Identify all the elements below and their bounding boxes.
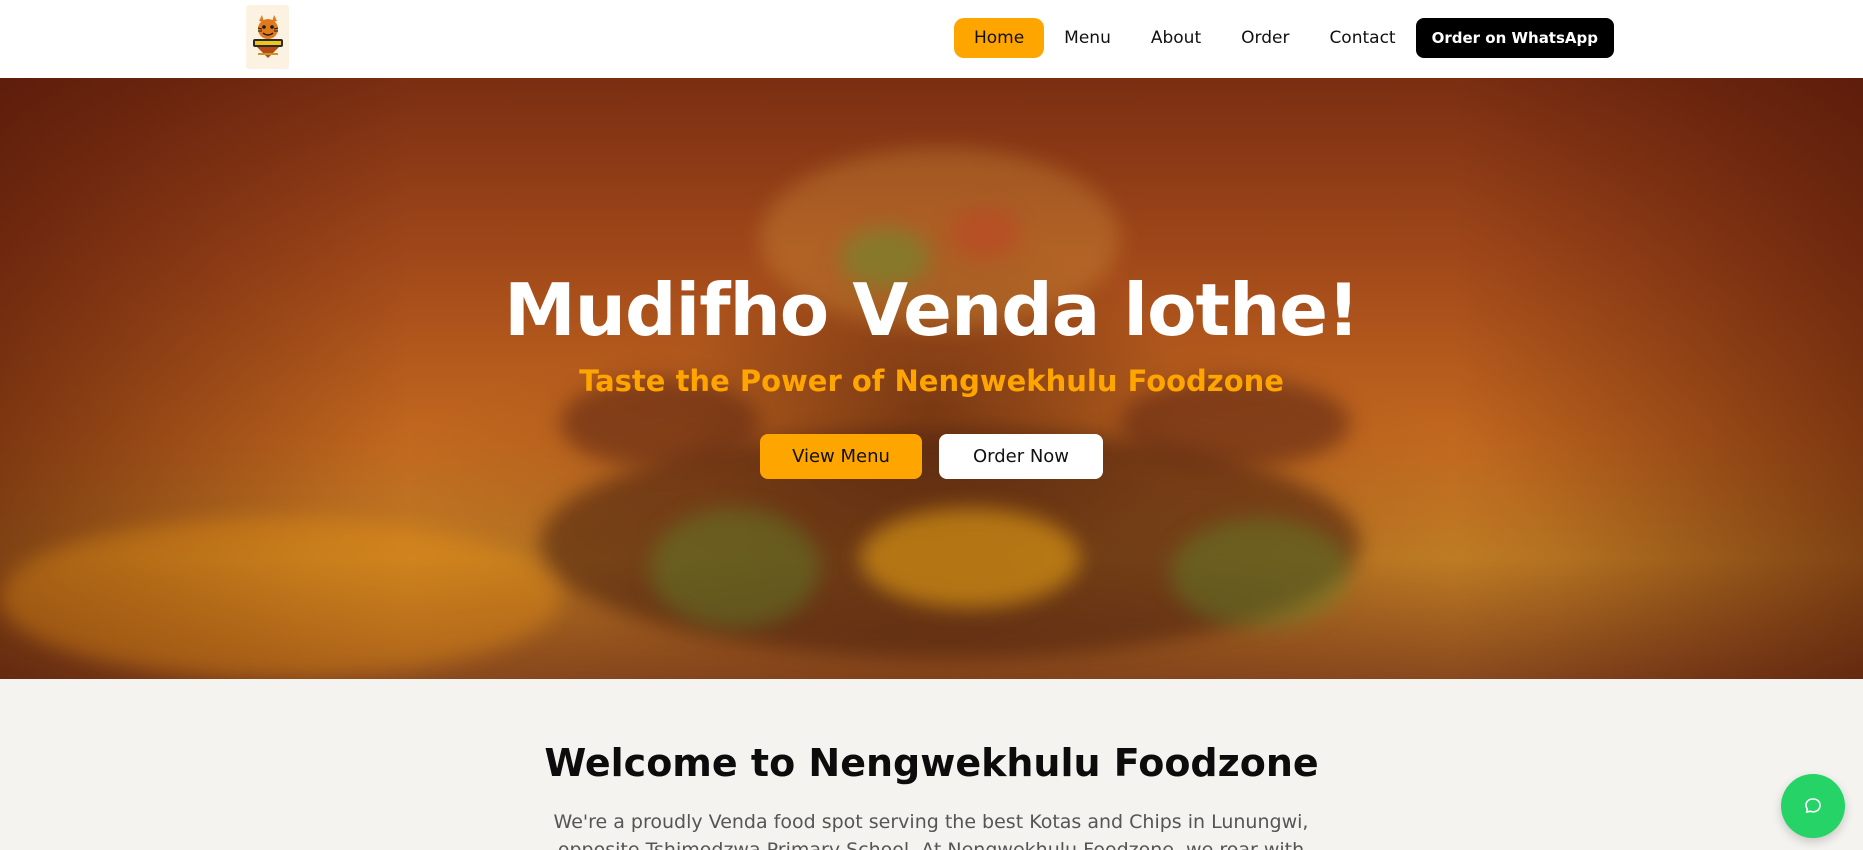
tiger-mascot-icon bbox=[252, 15, 283, 58]
welcome-section: Welcome to Nengwekhulu Foodzone We're a … bbox=[0, 679, 1863, 850]
hero-subtitle: Taste the Power of Nengwekhulu Foodzone bbox=[579, 364, 1284, 398]
main-nav: Home Menu About Order Contact Order on W… bbox=[953, 18, 1614, 58]
hero-section: Mudifho Venda lothe! Taste the Power of … bbox=[0, 78, 1863, 679]
whatsapp-chat-button[interactable] bbox=[1781, 774, 1845, 838]
welcome-text: We're a proudly Venda food spot serving … bbox=[553, 811, 1309, 850]
site-header: Home Menu About Order Contact Order on W… bbox=[0, 0, 1863, 78]
chat-bubble-icon bbox=[1805, 798, 1821, 813]
nav-menu[interactable]: Menu bbox=[1044, 18, 1131, 58]
hero-buttons: View Menu Order Now bbox=[0, 434, 1863, 479]
welcome-title: Welcome to Nengwekhulu Foodzone bbox=[544, 741, 1319, 785]
order-on-whatsapp-button[interactable]: Order on WhatsApp bbox=[1415, 18, 1614, 58]
order-now-button[interactable]: Order Now bbox=[939, 434, 1103, 479]
hero-title: Mudifho Venda lothe! bbox=[504, 268, 1360, 352]
nav-about[interactable]: About bbox=[1131, 18, 1221, 58]
view-menu-button[interactable]: View Menu bbox=[760, 434, 922, 479]
nav-contact[interactable]: Contact bbox=[1309, 18, 1415, 58]
nav-home[interactable]: Home bbox=[953, 18, 1045, 58]
hero-content: Mudifho Venda lothe! Taste the Power of … bbox=[0, 78, 1863, 679]
nav-order[interactable]: Order bbox=[1221, 18, 1309, 58]
logo[interactable] bbox=[246, 5, 289, 69]
